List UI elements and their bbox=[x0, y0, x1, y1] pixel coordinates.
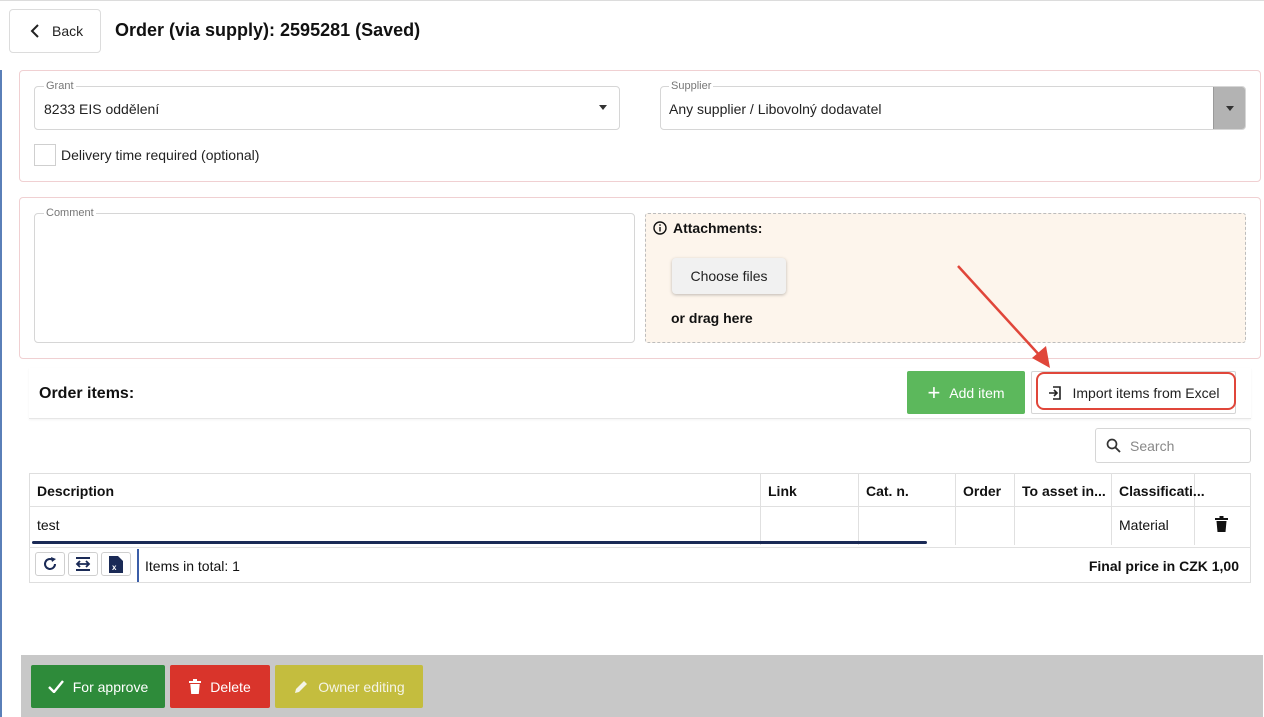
svg-text:x: x bbox=[112, 563, 117, 572]
col-divider bbox=[858, 473, 859, 545]
check-icon bbox=[47, 680, 64, 693]
column-header-classification[interactable]: Classificati... bbox=[1119, 483, 1205, 499]
plus-icon: + bbox=[927, 379, 941, 405]
grant-value: 8233 EIS oddělení bbox=[44, 101, 160, 117]
caret-down-icon[interactable] bbox=[599, 105, 607, 110]
page-title: Order (via supply): 2595281 (Saved) bbox=[115, 20, 421, 40]
col-divider bbox=[1014, 473, 1015, 545]
cell-classification[interactable]: Material bbox=[1119, 517, 1169, 533]
add-item-button[interactable]: + Add item bbox=[907, 371, 1025, 414]
trash-icon bbox=[189, 679, 202, 694]
column-header-asset[interactable]: To asset in... bbox=[1022, 483, 1106, 499]
owner-editing-label: Owner editing bbox=[318, 678, 405, 695]
column-header-order[interactable]: Order bbox=[963, 483, 1001, 499]
horizontal-scrollbar[interactable] bbox=[32, 541, 927, 544]
left-border bbox=[0, 70, 2, 717]
drag-here-text: or drag here bbox=[671, 310, 753, 326]
supplier-dropdown-button[interactable] bbox=[1213, 87, 1245, 129]
refresh-button[interactable] bbox=[35, 552, 65, 576]
footer-divider bbox=[29, 547, 1251, 548]
add-item-label: Add item bbox=[949, 384, 1005, 401]
final-price-value: 1,00 bbox=[1211, 558, 1239, 574]
column-header-description[interactable]: Description bbox=[37, 483, 114, 499]
export-excel-button[interactable]: x bbox=[101, 552, 131, 576]
delivery-time-checkbox[interactable] bbox=[34, 144, 56, 166]
order-items-title: Order items: bbox=[39, 385, 135, 402]
choose-files-button[interactable]: Choose files bbox=[672, 258, 786, 294]
top-border bbox=[0, 0, 1264, 1]
grant-label: Grant bbox=[44, 80, 76, 92]
supplier-value: Any supplier / Libovolný dodavatel bbox=[669, 101, 882, 117]
final-price-label: Final price in CZK bbox=[1088, 558, 1208, 574]
comment-label: Comment bbox=[44, 207, 96, 219]
fit-columns-button[interactable] bbox=[68, 552, 98, 576]
column-header-link[interactable]: Link bbox=[768, 483, 797, 499]
items-total: Items in total: 1 bbox=[145, 558, 240, 574]
col-divider bbox=[760, 473, 761, 545]
footer-separator bbox=[137, 549, 139, 582]
trash-icon[interactable] bbox=[1215, 516, 1228, 532]
annotation-highlight-box bbox=[1036, 372, 1236, 410]
back-label: Back bbox=[52, 23, 84, 39]
owner-editing-button[interactable]: Owner editing bbox=[275, 665, 423, 708]
column-header-cat[interactable]: Cat. n. bbox=[866, 483, 909, 499]
search-icon bbox=[1106, 438, 1121, 453]
search-placeholder: Search bbox=[1130, 437, 1175, 454]
for-approve-label: For approve bbox=[72, 678, 149, 695]
delivery-time-label: Delivery time required (optional) bbox=[61, 147, 260, 163]
excel-file-icon: x bbox=[109, 555, 123, 573]
chevron-left-icon bbox=[30, 24, 39, 38]
search-input[interactable]: Search bbox=[1095, 428, 1251, 463]
supplier-label: Supplier bbox=[669, 80, 714, 92]
attachments-title: Attachments: bbox=[653, 220, 762, 236]
col-divider bbox=[955, 473, 956, 545]
annotation-arrow bbox=[957, 265, 1050, 368]
comment-textarea[interactable] bbox=[34, 213, 635, 343]
final-price: Final price in CZK 1,00 bbox=[1089, 558, 1239, 574]
attachments-title-text: Attachments: bbox=[673, 220, 763, 236]
for-approve-button[interactable]: For approve bbox=[31, 665, 165, 708]
pencil-icon bbox=[295, 680, 308, 693]
cell-description[interactable]: test bbox=[37, 517, 60, 533]
header-divider bbox=[29, 506, 1251, 507]
caret-down-icon bbox=[1226, 106, 1234, 111]
info-icon bbox=[653, 221, 667, 235]
fit-width-icon bbox=[75, 557, 91, 571]
delete-button[interactable]: Delete bbox=[170, 665, 270, 708]
back-button[interactable]: Back bbox=[9, 9, 101, 53]
delete-label: Delete bbox=[210, 678, 251, 695]
refresh-icon bbox=[44, 557, 56, 570]
col-divider bbox=[1111, 473, 1112, 545]
